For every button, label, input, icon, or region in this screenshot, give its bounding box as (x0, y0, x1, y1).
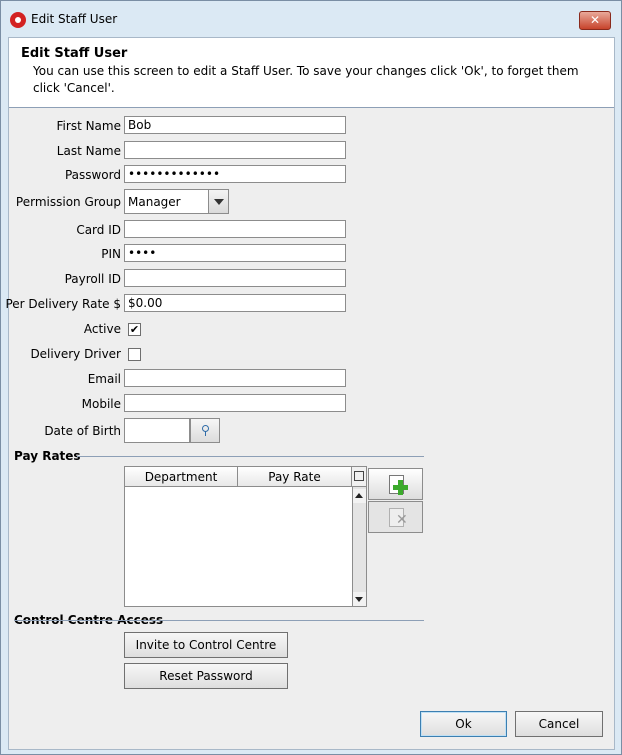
close-button[interactable]: ✕ (579, 11, 611, 30)
active-label: Active (83, 322, 121, 336)
column-header-department[interactable]: Department (125, 467, 238, 487)
dialog-body: Edit Staff User You can use this screen … (5, 37, 615, 750)
delivery-driver-label: Delivery Driver (30, 347, 121, 361)
first-name-input[interactable]: Bob (124, 116, 346, 134)
card-id-input[interactable] (124, 220, 346, 238)
column-chooser-icon[interactable] (352, 467, 366, 487)
password-label: Password (64, 168, 121, 182)
x-icon: ✕ (396, 512, 408, 528)
scroll-down-icon[interactable] (353, 592, 366, 606)
last-name-label: Last Name (56, 144, 121, 158)
ok-button[interactable]: Ok (420, 711, 507, 737)
banner-description: You can use this screen to edit a Staff … (33, 64, 579, 95)
per-delivery-rate-input[interactable]: $0.00 (124, 294, 346, 312)
email-label: Email (87, 372, 121, 386)
password-input[interactable]: ••••••••••••• (124, 165, 346, 183)
table-scrollbar[interactable] (352, 487, 366, 606)
pay-rates-title: Pay Rates (14, 449, 81, 463)
window-title: Edit Staff User (31, 12, 118, 26)
mobile-label: Mobile (81, 397, 121, 411)
cancel-button[interactable]: Cancel (515, 711, 603, 737)
pin-label: PIN (101, 247, 121, 261)
calendar-pin-icon[interactable] (190, 418, 220, 443)
control-centre-divider (14, 620, 424, 621)
payroll-id-input[interactable] (124, 269, 346, 287)
invite-control-centre-button[interactable]: Invite to Control Centre (124, 632, 288, 658)
date-of-birth-label: Date of Birth (44, 424, 121, 438)
card-id-label: Card ID (76, 223, 121, 237)
banner-title: Edit Staff User (21, 46, 128, 61)
dialog-window: Edit Staff User ✕ Edit Staff User You ca… (0, 0, 622, 755)
payroll-id-label: Payroll ID (64, 272, 121, 286)
pay-rates-table[interactable]: Department Pay Rate (124, 466, 367, 607)
reset-password-button[interactable]: Reset Password (124, 663, 288, 689)
plus-icon (393, 480, 408, 495)
mobile-input[interactable] (124, 394, 346, 412)
column-header-pay-rate[interactable]: Pay Rate (238, 467, 352, 487)
date-of-birth-input[interactable] (124, 418, 190, 443)
permission-group-value: Manager (128, 195, 181, 209)
delete-pay-rate-button[interactable]: ✕ (368, 501, 423, 533)
active-checkbox[interactable]: ✔ (128, 323, 141, 336)
per-delivery-rate-label: Per Delivery Rate $ (5, 297, 121, 311)
delivery-driver-checkbox[interactable] (128, 348, 141, 361)
header-banner: Edit Staff User You can use this screen … (9, 38, 614, 108)
pay-rates-divider (77, 456, 424, 457)
permission-group-label: Permission Group (15, 195, 121, 209)
email-input[interactable] (124, 369, 346, 387)
add-pay-rate-button[interactable] (368, 468, 423, 500)
pin-input[interactable]: •••• (124, 244, 346, 262)
chevron-down-icon[interactable] (208, 190, 228, 213)
app-logo-icon (10, 12, 26, 28)
scroll-up-icon[interactable] (353, 489, 366, 503)
last-name-input[interactable] (124, 141, 346, 159)
first-name-label: First Name (56, 119, 121, 133)
title-bar: Edit Staff User ✕ (1, 1, 621, 37)
permission-group-select[interactable]: Manager (124, 189, 229, 214)
